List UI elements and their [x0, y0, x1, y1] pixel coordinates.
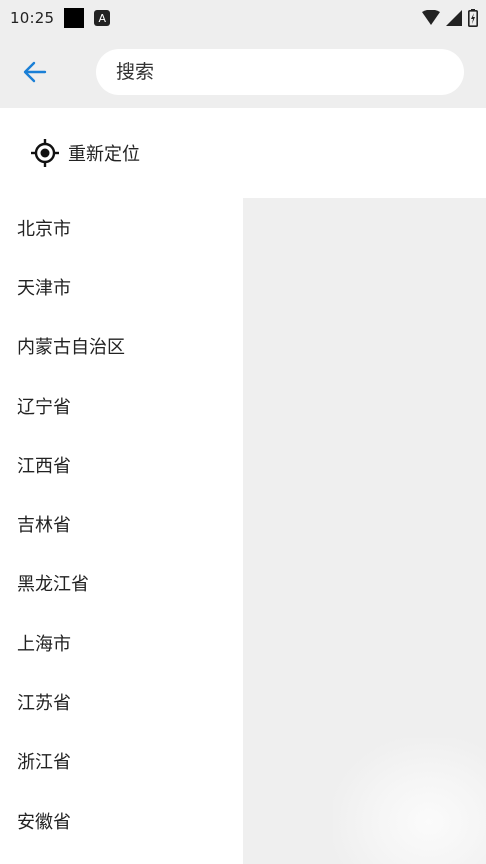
- province-item[interactable]: 江西省: [0, 435, 243, 494]
- province-item[interactable]: 浙江省: [0, 732, 243, 791]
- relocate-label: 重新定位: [68, 144, 140, 165]
- search-input[interactable]: [116, 61, 436, 83]
- panel-highlight: [333, 738, 486, 864]
- status-indicators: [422, 9, 478, 27]
- wifi-icon: [422, 10, 440, 25]
- province-item[interactable]: 内蒙古自治区: [0, 317, 243, 376]
- relocate-button[interactable]: 重新定位: [0, 108, 486, 198]
- province-item[interactable]: 上海市: [0, 613, 243, 672]
- province-item[interactable]: 辽宁省: [0, 376, 243, 435]
- battery-charging-icon: [468, 9, 478, 27]
- province-item[interactable]: 江苏省: [0, 672, 243, 731]
- province-item[interactable]: 黑龙江省: [0, 554, 243, 613]
- notification-app-icon: [64, 8, 85, 28]
- province-item[interactable]: 天津市: [0, 257, 243, 316]
- search-box[interactable]: [96, 49, 464, 95]
- locate-icon: [31, 139, 59, 167]
- province-item[interactable]: 安徽省: [0, 791, 243, 850]
- arrow-left-icon: [23, 61, 47, 83]
- province-item[interactable]: 吉林省: [0, 494, 243, 553]
- province-item[interactable]: 北京市: [0, 198, 243, 257]
- cellular-signal-icon: [446, 10, 462, 26]
- back-button[interactable]: [0, 36, 70, 108]
- search-header: [0, 36, 486, 108]
- province-list: 北京市 天津市 内蒙古自治区 辽宁省 江西省 吉林省 黑龙江省 上海市 江苏省 …: [0, 198, 243, 864]
- status-time: 10:25: [10, 9, 55, 27]
- status-bar: 10:25 A: [0, 0, 486, 36]
- notification-a-icon: A: [94, 10, 111, 26]
- city-panel: [243, 198, 486, 864]
